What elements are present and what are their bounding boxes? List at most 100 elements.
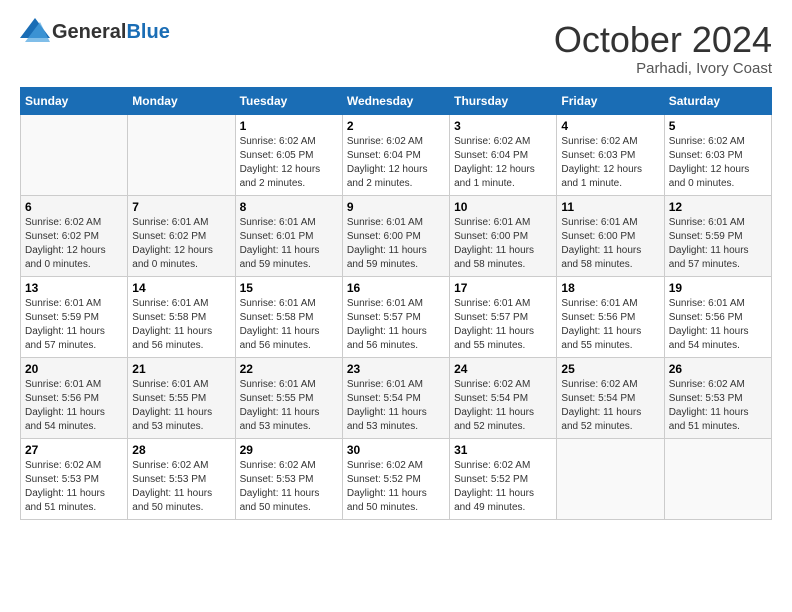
weekday-header: Thursday <box>450 87 557 114</box>
day-info: Sunrise: 6:02 AM Sunset: 6:04 PM Dayligh… <box>347 135 445 191</box>
weekday-header-row: SundayMondayTuesdayWednesdayThursdayFrid… <box>21 87 772 114</box>
logo-icon <box>20 18 50 42</box>
day-info: Sunrise: 6:02 AM Sunset: 5:53 PM Dayligh… <box>25 459 123 515</box>
calendar-cell: 9 Sunrise: 6:01 AM Sunset: 6:00 PM Daylig… <box>342 195 449 276</box>
calendar-cell: 24 Sunrise: 6:02 AM Sunset: 5:54 PM Dayli… <box>450 357 557 438</box>
day-number: 17 <box>454 281 552 295</box>
day-info: Sunrise: 6:02 AM Sunset: 5:52 PM Dayligh… <box>347 459 445 515</box>
page-header: GeneralBlue October 2024 Parhadi, Ivory … <box>20 20 772 77</box>
calendar-week-row: 13 Sunrise: 6:01 AM Sunset: 5:59 PM Dayli… <box>21 276 772 357</box>
calendar-cell: 25 Sunrise: 6:02 AM Sunset: 5:54 PM Dayli… <box>557 357 664 438</box>
day-number: 2 <box>347 119 445 133</box>
logo-text: GeneralBlue <box>52 21 170 44</box>
calendar-cell: 12 Sunrise: 6:01 AM Sunset: 5:59 PM Dayli… <box>664 195 771 276</box>
logo: GeneralBlue <box>20 20 170 44</box>
month-title: October 2024 <box>554 20 772 60</box>
calendar-cell: 6Sunrise: 6:02 AM Sunset: 6:02 PM Daylig… <box>21 195 128 276</box>
day-number: 25 <box>561 362 659 376</box>
day-info: Sunrise: 6:02 AM Sunset: 5:54 PM Dayligh… <box>561 378 659 434</box>
calendar-cell: 21 Sunrise: 6:01 AM Sunset: 5:55 PM Dayli… <box>128 357 235 438</box>
day-number: 30 <box>347 443 445 457</box>
day-info: Sunrise: 6:01 AM Sunset: 6:01 PM Dayligh… <box>240 216 338 272</box>
day-number: 20 <box>25 362 123 376</box>
calendar-cell: 18 Sunrise: 6:01 AM Sunset: 5:56 PM Dayli… <box>557 276 664 357</box>
calendar-cell: 11 Sunrise: 6:01 AM Sunset: 6:00 PM Dayli… <box>557 195 664 276</box>
day-info: Sunrise: 6:01 AM Sunset: 5:56 PM Dayligh… <box>25 378 123 434</box>
day-number: 28 <box>132 443 230 457</box>
day-number: 21 <box>132 362 230 376</box>
weekday-header: Sunday <box>21 87 128 114</box>
day-number: 27 <box>25 443 123 457</box>
day-number: 29 <box>240 443 338 457</box>
day-number: 16 <box>347 281 445 295</box>
day-info: Sunrise: 6:02 AM Sunset: 6:03 PM Dayligh… <box>669 135 767 191</box>
day-info: Sunrise: 6:02 AM Sunset: 5:54 PM Dayligh… <box>454 378 552 434</box>
day-number: 13 <box>25 281 123 295</box>
day-number: 14 <box>132 281 230 295</box>
calendar-cell: 27 Sunrise: 6:02 AM Sunset: 5:53 PM Dayli… <box>21 438 128 519</box>
day-info: Sunrise: 6:01 AM Sunset: 5:55 PM Dayligh… <box>240 378 338 434</box>
calendar-cell <box>557 438 664 519</box>
calendar-cell: 28 Sunrise: 6:02 AM Sunset: 5:53 PM Dayli… <box>128 438 235 519</box>
calendar-cell <box>128 114 235 195</box>
calendar-cell: 16 Sunrise: 6:01 AM Sunset: 5:57 PM Dayli… <box>342 276 449 357</box>
day-info: Sunrise: 6:01 AM Sunset: 5:58 PM Dayligh… <box>240 297 338 353</box>
day-info: Sunrise: 6:01 AM Sunset: 6:00 PM Dayligh… <box>561 216 659 272</box>
calendar-cell: 14 Sunrise: 6:01 AM Sunset: 5:58 PM Dayli… <box>128 276 235 357</box>
day-number: 23 <box>347 362 445 376</box>
day-info: Sunrise: 6:01 AM Sunset: 6:02 PM Dayligh… <box>132 216 230 272</box>
calendar-cell: 29 Sunrise: 6:02 AM Sunset: 5:53 PM Dayli… <box>235 438 342 519</box>
day-info: Sunrise: 6:02 AM Sunset: 6:03 PM Dayligh… <box>561 135 659 191</box>
calendar-cell: 20 Sunrise: 6:01 AM Sunset: 5:56 PM Dayli… <box>21 357 128 438</box>
calendar-cell: 1Sunrise: 6:02 AM Sunset: 6:05 PM Daylig… <box>235 114 342 195</box>
calendar-cell: 17 Sunrise: 6:01 AM Sunset: 5:57 PM Dayli… <box>450 276 557 357</box>
calendar-cell: 3Sunrise: 6:02 AM Sunset: 6:04 PM Daylig… <box>450 114 557 195</box>
weekday-header: Wednesday <box>342 87 449 114</box>
calendar-cell: 23Sunrise: 6:01 AM Sunset: 5:54 PM Dayli… <box>342 357 449 438</box>
title-block: October 2024 Parhadi, Ivory Coast <box>554 20 772 77</box>
day-number: 9 <box>347 200 445 214</box>
day-info: Sunrise: 6:01 AM Sunset: 5:56 PM Dayligh… <box>669 297 767 353</box>
calendar-cell: 19 Sunrise: 6:01 AM Sunset: 5:56 PM Dayli… <box>664 276 771 357</box>
day-info: Sunrise: 6:01 AM Sunset: 5:58 PM Dayligh… <box>132 297 230 353</box>
weekday-header: Tuesday <box>235 87 342 114</box>
weekday-header: Saturday <box>664 87 771 114</box>
day-info: Sunrise: 6:02 AM Sunset: 5:52 PM Dayligh… <box>454 459 552 515</box>
day-info: Sunrise: 6:01 AM Sunset: 5:57 PM Dayligh… <box>347 297 445 353</box>
day-info: Sunrise: 6:01 AM Sunset: 5:55 PM Dayligh… <box>132 378 230 434</box>
calendar-cell: 7 Sunrise: 6:01 AM Sunset: 6:02 PM Daylig… <box>128 195 235 276</box>
day-number: 10 <box>454 200 552 214</box>
day-number: 22 <box>240 362 338 376</box>
calendar-cell: 8Sunrise: 6:01 AM Sunset: 6:01 PM Daylig… <box>235 195 342 276</box>
calendar-week-row: 27 Sunrise: 6:02 AM Sunset: 5:53 PM Dayli… <box>21 438 772 519</box>
day-number: 19 <box>669 281 767 295</box>
day-number: 11 <box>561 200 659 214</box>
calendar-cell: 10 Sunrise: 6:01 AM Sunset: 6:00 PM Dayli… <box>450 195 557 276</box>
day-number: 24 <box>454 362 552 376</box>
day-info: Sunrise: 6:02 AM Sunset: 5:53 PM Dayligh… <box>132 459 230 515</box>
calendar-cell <box>21 114 128 195</box>
day-info: Sunrise: 6:01 AM Sunset: 6:00 PM Dayligh… <box>454 216 552 272</box>
day-info: Sunrise: 6:01 AM Sunset: 5:57 PM Dayligh… <box>454 297 552 353</box>
day-number: 15 <box>240 281 338 295</box>
day-info: Sunrise: 6:01 AM Sunset: 5:56 PM Dayligh… <box>561 297 659 353</box>
day-number: 12 <box>669 200 767 214</box>
day-number: 5 <box>669 119 767 133</box>
day-info: Sunrise: 6:02 AM Sunset: 6:04 PM Dayligh… <box>454 135 552 191</box>
day-number: 7 <box>132 200 230 214</box>
calendar-cell: 15 Sunrise: 6:01 AM Sunset: 5:58 PM Dayli… <box>235 276 342 357</box>
calendar-table: SundayMondayTuesdayWednesdayThursdayFrid… <box>20 87 772 520</box>
calendar-cell: 4 Sunrise: 6:02 AM Sunset: 6:03 PM Daylig… <box>557 114 664 195</box>
calendar-cell: 31Sunrise: 6:02 AM Sunset: 5:52 PM Dayli… <box>450 438 557 519</box>
calendar-cell: 26Sunrise: 6:02 AM Sunset: 5:53 PM Dayli… <box>664 357 771 438</box>
day-number: 26 <box>669 362 767 376</box>
day-info: Sunrise: 6:02 AM Sunset: 6:02 PM Dayligh… <box>25 216 123 272</box>
day-info: Sunrise: 6:01 AM Sunset: 5:59 PM Dayligh… <box>25 297 123 353</box>
calendar-cell <box>664 438 771 519</box>
calendar-cell: 13 Sunrise: 6:01 AM Sunset: 5:59 PM Dayli… <box>21 276 128 357</box>
day-number: 18 <box>561 281 659 295</box>
day-number: 4 <box>561 119 659 133</box>
day-info: Sunrise: 6:01 AM Sunset: 5:59 PM Dayligh… <box>669 216 767 272</box>
day-info: Sunrise: 6:02 AM Sunset: 5:53 PM Dayligh… <box>240 459 338 515</box>
day-info: Sunrise: 6:01 AM Sunset: 6:00 PM Dayligh… <box>347 216 445 272</box>
